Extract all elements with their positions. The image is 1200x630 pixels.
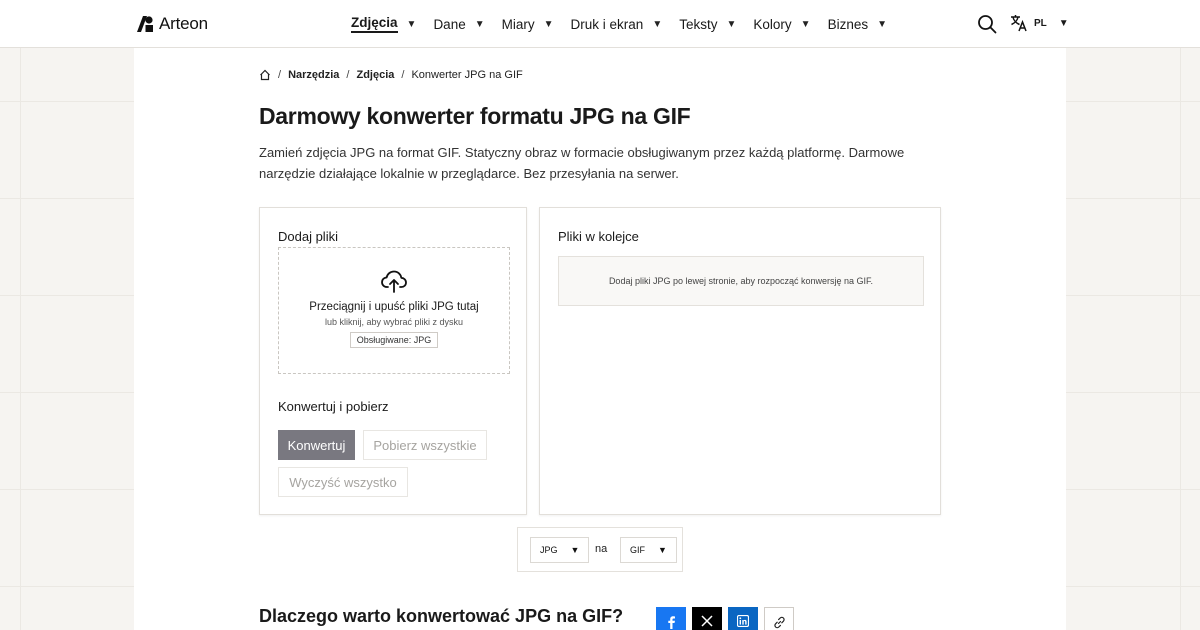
- breadcrumb: / Narzędzia / Zdjęcia / Konwerter JPG na…: [259, 69, 523, 81]
- caret-down-icon: ▼: [474, 18, 485, 30]
- arteon-logo-icon: [137, 16, 153, 32]
- section-title: Dlaczego warto konwertować JPG na GIF?: [259, 606, 624, 626]
- link-icon: [773, 616, 785, 629]
- brand-logo[interactable]: Arteon: [137, 14, 208, 34]
- upload-panel: Dodaj pliki Przeciągnij i upuść pliki JP…: [259, 207, 527, 515]
- download-all-button[interactable]: Pobierz wszystkie: [363, 430, 487, 460]
- nav-item-label: Dane: [433, 16, 466, 32]
- dropzone-subtitle: lub kliknij, aby wybrać pliki z dysku: [324, 317, 464, 327]
- page-title: Darmowy konwerter formatu JPG na GIF: [259, 103, 691, 129]
- upload-heading: Dodaj pliki: [278, 229, 338, 244]
- caret-down-icon: ▼: [877, 18, 887, 30]
- caret-down-icon: ▼: [658, 545, 667, 555]
- language-code: PL: [1034, 17, 1047, 29]
- target-format-value: GIF: [630, 545, 645, 555]
- share-x-button[interactable]: [692, 607, 722, 630]
- nav-item-label: Kolory: [753, 16, 792, 32]
- target-format-select[interactable]: GIF ▼: [620, 537, 677, 563]
- breadcrumb-separator: /: [401, 69, 405, 81]
- caret-down-icon: ▼: [543, 18, 554, 30]
- search-icon: [978, 15, 997, 34]
- caret-down-icon: ▼: [1058, 17, 1069, 29]
- format-converter-bar: JPG ▼ na GIF ▼: [517, 527, 683, 572]
- nav-item-teksty[interactable]: Teksty ▼: [679, 0, 736, 48]
- breadcrumb-separator: /: [278, 69, 282, 81]
- caret-down-icon: ▼: [570, 545, 580, 555]
- queue-empty-state: Dodaj pliki JPG po lewej stronie, aby ro…: [558, 256, 924, 306]
- queue-heading: Pliki w kolejce: [558, 229, 639, 244]
- file-dropzone[interactable]: Przeciągnij i upuść pliki JPG tutaj lub …: [278, 247, 510, 374]
- breadcrumb-current: Konwerter JPG na GIF: [411, 69, 523, 81]
- breadcrumb-item-zdjecia[interactable]: Zdjęcia: [356, 69, 394, 81]
- page-description: Zamień zdjęcia JPG na format GIF. Statyc…: [259, 145, 905, 181]
- language-switcher[interactable]: PL ▼: [1010, 14, 1069, 32]
- brand-name: Arteon: [159, 14, 208, 33]
- translate-icon: [1011, 15, 1027, 32]
- queue-panel: Pliki w kolejce Dodaj pliki JPG po lewej…: [539, 207, 941, 515]
- dropzone-title: Przeciągnij i upuść pliki JPG tutaj: [309, 301, 479, 313]
- cloud-upload-icon: [381, 270, 407, 293]
- main-nav: Zdjęcia ▼ Dane ▼ Miary ▼ Druk i ekran ▼ …: [351, 0, 904, 48]
- nav-item-label: Druk i ekran: [570, 16, 644, 32]
- actions-heading: Konwertuj i pobierz: [278, 399, 389, 414]
- nav-item-label: Miary: [501, 16, 535, 32]
- caret-down-icon: ▼: [406, 18, 417, 30]
- breadcrumb-separator: /: [346, 69, 350, 81]
- breadcrumb-item-narzedzia[interactable]: Narzędzia: [288, 69, 339, 81]
- convert-button[interactable]: Konwertuj: [278, 430, 355, 460]
- facebook-icon: [668, 616, 675, 629]
- home-icon[interactable]: [259, 69, 271, 81]
- nav-item-label: Biznes: [827, 16, 869, 32]
- copy-link-button[interactable]: [764, 607, 794, 630]
- caret-down-icon: ▼: [726, 18, 737, 30]
- nav-item-biznes[interactable]: Biznes ▼: [828, 0, 887, 48]
- nav-item-dane[interactable]: Dane ▼: [433, 0, 484, 48]
- nav-item-miary[interactable]: Miary ▼: [502, 0, 554, 48]
- format-joiner: na: [595, 543, 608, 555]
- share-linkedin-button[interactable]: [728, 607, 758, 630]
- nav-item-label: Zdjęcia: [351, 15, 398, 33]
- search-button[interactable]: [977, 14, 997, 34]
- share-facebook-button[interactable]: [656, 607, 686, 630]
- nav-item-druk-i-ekran[interactable]: Druk i ekran ▼: [571, 0, 663, 48]
- x-icon: [701, 615, 713, 627]
- nav-item-zdjecia[interactable]: Zdjęcia ▼: [351, 0, 416, 48]
- clear-all-button[interactable]: Wyczyść wszystko: [278, 467, 408, 497]
- linkedin-icon: [737, 615, 749, 627]
- top-navigation-bar: Arteon Zdjęcia ▼ Dane ▼ Miary ▼ Druk i e…: [0, 0, 1200, 48]
- source-format-value: JPG: [540, 545, 558, 555]
- caret-down-icon: ▼: [800, 18, 811, 30]
- nav-item-kolory[interactable]: Kolory ▼: [753, 0, 810, 48]
- source-format-select[interactable]: JPG ▼: [530, 537, 590, 563]
- nav-item-label: Teksty: [679, 16, 718, 32]
- supported-formats-badge: Obsługiwane: JPG: [349, 332, 439, 348]
- caret-down-icon: ▼: [652, 18, 663, 30]
